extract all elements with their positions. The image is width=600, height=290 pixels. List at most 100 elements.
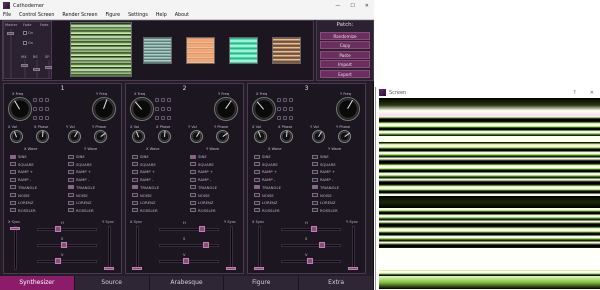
x-wave-checkbox[interactable] bbox=[132, 208, 138, 213]
y-wave-option[interactable]: LORENZ bbox=[190, 200, 213, 205]
freq-ratio-row[interactable] bbox=[33, 97, 65, 103]
y-wave-option[interactable]: NOISE bbox=[312, 193, 332, 198]
v-slider[interactable] bbox=[37, 260, 97, 263]
x-freq-dial[interactable] bbox=[8, 97, 32, 121]
h-slider-thumb[interactable] bbox=[55, 226, 61, 232]
x-phase-knob[interactable] bbox=[36, 130, 49, 143]
x-wave-checkbox[interactable] bbox=[254, 154, 260, 159]
x-sync-slider[interactable] bbox=[136, 226, 139, 270]
mx-slider-thumb[interactable] bbox=[21, 64, 28, 67]
tab-extra[interactable]: Extra bbox=[299, 276, 374, 290]
y-wave-checkbox[interactable] bbox=[312, 185, 318, 190]
fade-checkbox-2[interactable] bbox=[23, 41, 27, 45]
y-wave-checkbox[interactable] bbox=[190, 169, 196, 174]
preset-thumbnail-1[interactable] bbox=[143, 37, 172, 64]
ratio-radio[interactable] bbox=[161, 116, 165, 120]
y-wave-option[interactable]: ROSSLER bbox=[68, 208, 94, 213]
y-wave-option[interactable]: SINE bbox=[68, 154, 85, 159]
x-wave-checkbox[interactable] bbox=[10, 162, 16, 167]
x-wave-checkbox[interactable] bbox=[132, 200, 138, 205]
x-wave-checkbox[interactable] bbox=[132, 193, 138, 197]
y-wave-checkbox[interactable] bbox=[190, 177, 196, 182]
tab-figure[interactable]: Figure bbox=[224, 276, 300, 290]
copy-button[interactable]: Copy bbox=[320, 41, 370, 49]
ratio-radio[interactable] bbox=[39, 98, 43, 102]
y-wave-checkbox[interactable] bbox=[312, 177, 318, 182]
freq-ratio-row[interactable] bbox=[277, 115, 309, 121]
x-wave-checkbox[interactable] bbox=[254, 185, 260, 190]
tab-arabesque[interactable]: Arabesque bbox=[149, 276, 225, 290]
ratio-radio[interactable] bbox=[45, 107, 49, 111]
freq-ratio-row[interactable] bbox=[155, 97, 187, 103]
y-wave-checkbox[interactable] bbox=[68, 177, 74, 182]
x-sync-thumb[interactable] bbox=[132, 267, 142, 270]
ratio-radio[interactable] bbox=[161, 107, 165, 111]
ratio-radio[interactable] bbox=[167, 107, 171, 111]
ratio-radio[interactable] bbox=[167, 116, 171, 120]
x-wave-checkbox[interactable] bbox=[254, 169, 260, 174]
y-sync-slider[interactable] bbox=[352, 226, 355, 270]
x-wave-option[interactable]: SQUARE bbox=[132, 162, 156, 167]
x-wave-option[interactable]: TRIANGLE bbox=[254, 185, 281, 190]
y-sync-slider[interactable] bbox=[230, 226, 233, 270]
x-phase-knob[interactable] bbox=[280, 130, 293, 143]
s-slider[interactable] bbox=[37, 244, 97, 247]
freq-ratio-row[interactable] bbox=[33, 106, 65, 112]
maximize-button[interactable]: ☐ bbox=[350, 3, 354, 9]
x-wave-checkbox[interactable] bbox=[132, 154, 138, 159]
y-wave-checkbox[interactable] bbox=[312, 162, 318, 167]
y-wave-option[interactable]: NOISE bbox=[190, 193, 210, 198]
y-wave-option[interactable]: SINE bbox=[190, 154, 207, 159]
y-wave-option[interactable]: ROSSLER bbox=[190, 208, 216, 213]
v-slider-thumb[interactable] bbox=[55, 258, 61, 264]
menu-about[interactable]: About bbox=[175, 13, 189, 18]
x-phase-knob[interactable] bbox=[158, 130, 171, 143]
y-freq-dial[interactable] bbox=[92, 97, 116, 121]
ratio-radio[interactable] bbox=[277, 107, 281, 111]
bs-slider-thumb[interactable] bbox=[33, 68, 40, 71]
y-wave-checkbox[interactable] bbox=[190, 200, 196, 205]
randomize-button[interactable]: Randomize bbox=[320, 31, 370, 40]
x-wave-option[interactable]: SQUARE bbox=[254, 162, 278, 167]
x-wave-option[interactable]: RAMP - bbox=[132, 177, 153, 182]
sp-slider[interactable] bbox=[48, 60, 50, 78]
preset-thumbnail-3[interactable] bbox=[229, 37, 258, 64]
y-wave-option[interactable]: ROSSLER bbox=[312, 208, 338, 213]
master-slider-thumb[interactable] bbox=[7, 32, 14, 35]
x-sync-thumb[interactable] bbox=[10, 227, 20, 230]
v-slider-thumb[interactable] bbox=[307, 258, 313, 264]
x-sync-slider[interactable] bbox=[14, 226, 17, 270]
ratio-radio[interactable] bbox=[39, 116, 43, 120]
render-output-image[interactable] bbox=[379, 98, 600, 289]
ratio-radio[interactable] bbox=[155, 107, 159, 111]
x-wave-option[interactable]: NOISE bbox=[254, 193, 274, 198]
x-vol-knob[interactable] bbox=[254, 130, 267, 143]
x-wave-option[interactable]: SINE bbox=[132, 154, 149, 159]
fade-checkbox-1[interactable] bbox=[23, 31, 27, 35]
x-wave-checkbox[interactable] bbox=[10, 177, 16, 182]
x-wave-option[interactable]: RAMP - bbox=[10, 177, 31, 182]
menu-control-screen[interactable]: Control Screen bbox=[19, 13, 54, 18]
menu-figure[interactable]: Figure bbox=[105, 13, 120, 18]
x-wave-checkbox[interactable] bbox=[254, 200, 260, 205]
y-wave-option[interactable]: SQUARE bbox=[68, 162, 92, 167]
y-wave-checkbox[interactable] bbox=[312, 169, 318, 174]
ratio-radio[interactable] bbox=[277, 98, 281, 102]
y-wave-option[interactable]: LORENZ bbox=[68, 200, 91, 205]
freq-ratio-row[interactable] bbox=[33, 115, 65, 121]
y-wave-checkbox[interactable] bbox=[68, 208, 74, 213]
ratio-radio[interactable] bbox=[161, 98, 165, 102]
s-slider-thumb[interactable] bbox=[203, 242, 209, 248]
x-wave-checkbox[interactable] bbox=[132, 169, 138, 174]
y-wave-option[interactable]: RAMP - bbox=[68, 177, 89, 182]
y-wave-checkbox[interactable] bbox=[312, 208, 318, 213]
h-slider[interactable] bbox=[159, 228, 219, 231]
freq-ratio-row[interactable] bbox=[277, 97, 309, 103]
y-wave-checkbox[interactable] bbox=[68, 162, 74, 167]
x-wave-checkbox[interactable] bbox=[10, 169, 16, 174]
menu-settings[interactable]: Settings bbox=[128, 13, 148, 18]
y-wave-checkbox[interactable] bbox=[68, 193, 74, 197]
x-wave-option[interactable]: RAMP + bbox=[10, 169, 33, 174]
s-slider[interactable] bbox=[281, 244, 341, 247]
y-freq-dial[interactable] bbox=[214, 97, 238, 121]
